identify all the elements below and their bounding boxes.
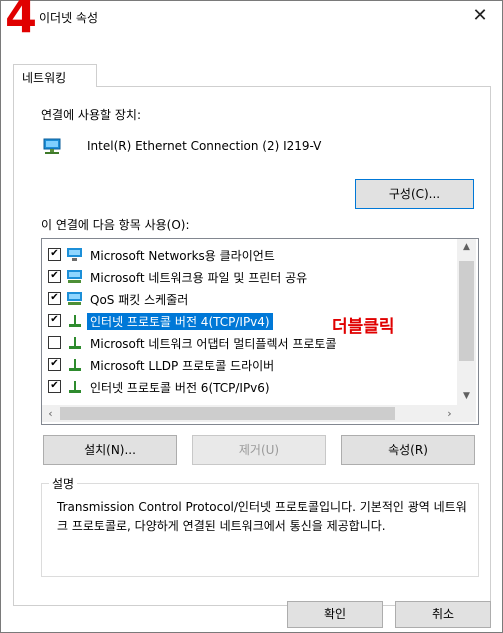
network-service-icon — [67, 292, 82, 305]
checkbox[interactable]: ✔ — [48, 380, 61, 393]
list-item-label: Microsoft LLDP 프로토콜 드라이버 — [90, 359, 275, 373]
uninstall-button[interactable]: 제거(U) — [192, 435, 326, 465]
vertical-scrollbar[interactable]: ▲ ▼ — [457, 239, 476, 405]
checkbox[interactable]: ✔ — [48, 292, 61, 305]
protocol-icon — [69, 381, 81, 393]
properties-button[interactable]: 속성(R) — [341, 435, 475, 465]
protocol-icon — [69, 359, 81, 371]
protocol-icon — [69, 337, 81, 349]
title-bar[interactable]: 이더넷 속성 ✕ — [1, 1, 502, 31]
checkbox[interactable]: ✔ — [48, 248, 61, 261]
tab-networking[interactable]: 네트워킹 — [13, 64, 97, 87]
ethernet-properties-dialog: 이더넷 속성 ✕ 4 네트워킹 연결에 사용할 장치: Intel(R) Eth… — [0, 0, 503, 633]
horizontal-scrollbar[interactable]: ‹ › — [42, 405, 458, 422]
device-name: Intel(R) Ethernet Connection (2) I219-V — [87, 139, 322, 153]
list-item[interactable]: ✔ Microsoft Networks용 클라이언트 — [42, 244, 458, 266]
network-adapter-icon — [43, 138, 61, 154]
list-item-label: Microsoft 네트워크 어댑터 멀티플렉서 프로토콜 — [90, 337, 337, 351]
scroll-up-icon[interactable]: ▲ — [457, 239, 476, 256]
checkbox[interactable]: ✔ — [48, 358, 61, 371]
vertical-scroll-thumb[interactable] — [459, 261, 474, 361]
list-item[interactable]: ✔ Microsoft LLDP 프로토콜 드라이버 — [42, 354, 458, 376]
list-item[interactable]: ✔ Microsoft 네트워크용 파일 및 프린터 공유 — [42, 266, 458, 288]
checkbox[interactable]: ✔ — [48, 314, 61, 327]
network-client-icon — [67, 248, 82, 261]
ok-button[interactable]: 확인 — [287, 601, 383, 628]
double-click-annotation: 더블클릭 — [332, 317, 395, 337]
scroll-right-icon[interactable]: › — [441, 405, 458, 422]
list-item[interactable]: Microsoft 네트워크 어댑터 멀티플렉서 프로토콜 — [42, 332, 458, 354]
horizontal-scroll-thumb[interactable] — [60, 407, 395, 420]
list-item-label: QoS 패킷 스케줄러 — [90, 293, 189, 307]
items-label: 이 연결에 다음 항목 사용(O): — [41, 218, 190, 232]
description-group-title: 설명 — [49, 475, 78, 492]
scroll-down-icon[interactable]: ▼ — [457, 388, 476, 405]
scroll-left-icon[interactable]: ‹ — [42, 405, 59, 422]
tab-label: 네트워킹 — [22, 71, 67, 85]
scroll-corner — [457, 405, 476, 422]
list-item-label: Microsoft 네트워크용 파일 및 프린터 공유 — [90, 271, 308, 285]
configure-button[interactable]: 구성(C)... — [355, 179, 474, 209]
install-button[interactable]: 설치(N)... — [43, 435, 177, 465]
description-text: Transmission Control Protocol/인터넷 프로토콜입니… — [57, 500, 467, 533]
checkbox[interactable]: ✔ — [48, 270, 61, 283]
close-icon[interactable]: ✕ — [468, 5, 492, 27]
checkbox[interactable] — [48, 336, 61, 349]
list-item-label: Microsoft Networks용 클라이언트 — [90, 249, 275, 263]
connect-using-label: 연결에 사용할 장치: — [41, 108, 141, 122]
list-item[interactable]: ✔ 인터넷 프로토콜 버전 6(TCP/IPv6) — [42, 376, 458, 398]
list-item[interactable]: ✔ QoS 패킷 스케줄러 — [42, 288, 458, 310]
network-service-icon — [67, 270, 82, 283]
step-marker: 4 — [5, 0, 38, 43]
protocol-icon — [69, 315, 81, 327]
cancel-button[interactable]: 취소 — [395, 601, 491, 628]
list-item-label: 인터넷 프로토콜 버전 4(TCP/IPv4) — [87, 313, 273, 330]
window-title: 이더넷 속성 — [39, 11, 99, 25]
list-item-selected[interactable]: ✔ 인터넷 프로토콜 버전 4(TCP/IPv4) — [42, 310, 458, 332]
list-item-label: 인터넷 프로토콜 버전 6(TCP/IPv6) — [90, 381, 270, 395]
components-list[interactable]: ✔ Microsoft Networks용 클라이언트 ✔ Microsoft … — [41, 238, 479, 425]
